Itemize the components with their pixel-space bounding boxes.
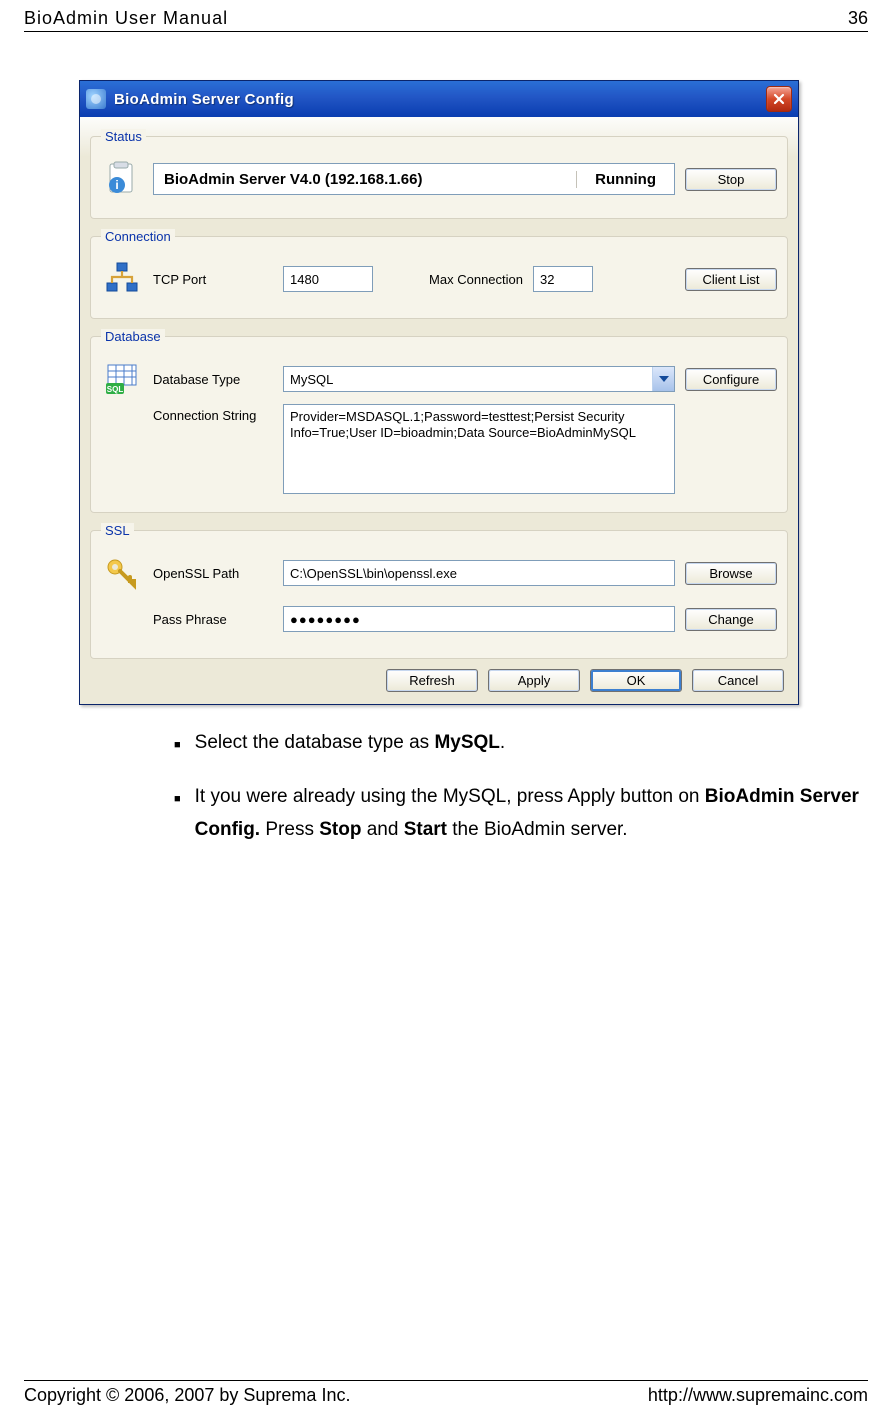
browse-button[interactable]: Browse bbox=[685, 562, 777, 585]
database-icon: SQL bbox=[101, 358, 143, 400]
connection-group: Connection TCP Port Max Connection bbox=[90, 229, 788, 319]
apply-button[interactable]: Apply bbox=[488, 669, 580, 692]
status-legend: Status bbox=[101, 129, 146, 144]
db-type-label: Database Type bbox=[153, 372, 273, 387]
footer-url: http://www.supremainc.com bbox=[648, 1385, 868, 1406]
app-icon bbox=[86, 89, 106, 109]
server-state: Running bbox=[577, 171, 674, 188]
ok-button[interactable]: OK bbox=[590, 669, 682, 692]
openssl-path-input[interactable] bbox=[283, 560, 675, 586]
instructions: ■ Select the database type as MySQL. ■ I… bbox=[174, 727, 868, 846]
passphrase-label: Pass Phrase bbox=[153, 612, 273, 627]
change-button[interactable]: Change bbox=[685, 608, 777, 631]
max-conn-input[interactable] bbox=[533, 266, 593, 292]
client-list-button[interactable]: Client List bbox=[685, 268, 777, 291]
bullet-icon: ■ bbox=[174, 736, 181, 759]
titlebar: BioAdmin Server Config bbox=[80, 81, 798, 117]
status-group: Status i BioAdmin Server V4.0 (192.168.1… bbox=[90, 129, 788, 219]
svg-text:i: i bbox=[115, 178, 118, 192]
copyright: Copyright © 2006, 2007 by Suprema Inc. bbox=[24, 1385, 350, 1406]
tcp-port-input[interactable] bbox=[283, 266, 373, 292]
close-icon[interactable] bbox=[766, 86, 792, 112]
status-icon: i bbox=[101, 158, 143, 200]
conn-string-input[interactable]: Provider=MSDASQL.1;Password=testtest;Per… bbox=[283, 404, 675, 494]
openssl-path-label: OpenSSL Path bbox=[153, 566, 273, 581]
max-conn-label: Max Connection bbox=[403, 272, 523, 287]
server-config-dialog: BioAdmin Server Config Status i bbox=[79, 80, 799, 705]
page-number: 36 bbox=[848, 8, 868, 29]
key-icon bbox=[101, 552, 143, 594]
database-group: Database SQL Database Type MySQL bbox=[90, 329, 788, 513]
dialog-title: BioAdmin Server Config bbox=[114, 91, 766, 108]
chevron-down-icon bbox=[652, 367, 674, 391]
db-type-value: MySQL bbox=[290, 372, 652, 387]
connection-legend: Connection bbox=[101, 229, 175, 244]
network-icon bbox=[101, 258, 143, 300]
ssl-group: SSL OpenSSL Path Browse Pass bbox=[90, 523, 788, 659]
doc-title: BioAdmin User Manual bbox=[24, 8, 228, 29]
instruction-1: Select the database type as MySQL. bbox=[195, 727, 506, 759]
configure-button[interactable]: Configure bbox=[685, 368, 777, 391]
server-version: BioAdmin Server V4.0 (192.168.1.66) bbox=[154, 171, 577, 188]
passphrase-input[interactable] bbox=[283, 606, 675, 632]
instruction-2: It you were already using the MySQL, pre… bbox=[195, 781, 868, 846]
bullet-icon: ■ bbox=[174, 790, 181, 846]
cancel-button[interactable]: Cancel bbox=[692, 669, 784, 692]
stop-button[interactable]: Stop bbox=[685, 168, 777, 191]
refresh-button[interactable]: Refresh bbox=[386, 669, 478, 692]
db-type-select[interactable]: MySQL bbox=[283, 366, 675, 392]
tcp-port-label: TCP Port bbox=[153, 272, 273, 287]
ssl-legend: SSL bbox=[101, 523, 134, 538]
database-legend: Database bbox=[101, 329, 165, 344]
svg-text:SQL: SQL bbox=[107, 385, 124, 394]
conn-string-label: Connection String bbox=[153, 404, 273, 423]
